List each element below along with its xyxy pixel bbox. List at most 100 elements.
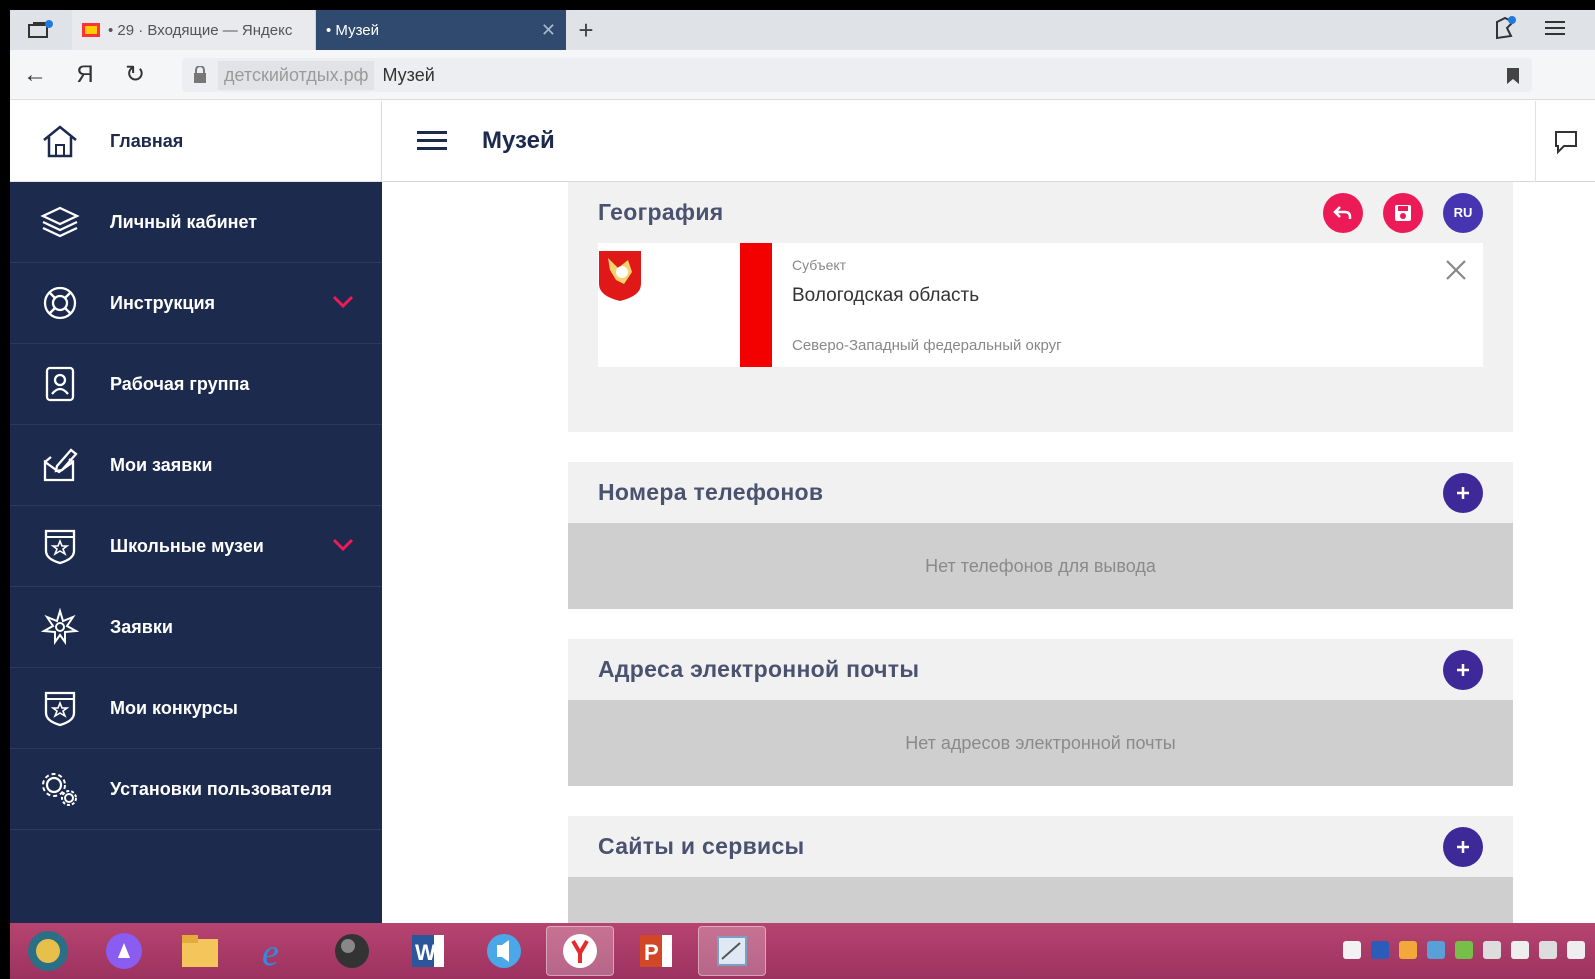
sidebar-item-my-contests[interactable]: Мои конкурсы <box>10 668 382 749</box>
sidebar-item-personal-account[interactable]: Личный кабинет <box>10 182 382 263</box>
sidebar-item-home[interactable]: Главная <box>10 101 382 182</box>
tray-app-icon[interactable] <box>1455 941 1473 959</box>
network-icon[interactable] <box>1483 941 1501 959</box>
flag-icon[interactable] <box>1567 941 1585 959</box>
address-bar: ← Я ↻ детскийотдых.рф Музей <box>10 50 1595 100</box>
add-phone-button[interactable] <box>1443 472 1483 513</box>
chevron-down-icon[interactable] <box>332 293 354 314</box>
emails-card: Адреса электронной почты Нет адресов эле… <box>568 639 1513 786</box>
file-explorer-icon[interactable] <box>166 926 234 976</box>
remove-region-icon[interactable] <box>1445 259 1467 286</box>
add-email-button[interactable] <box>1443 649 1483 690</box>
save-icon <box>1395 204 1411 221</box>
url-path: Музей <box>382 64 435 85</box>
start-button[interactable] <box>14 926 82 976</box>
browser-tab-bar: • 29 · Входящие — Яндекс • Музей ✕ + <box>10 10 1595 50</box>
phones-header: Номера телефонов <box>568 462 1513 523</box>
sidebar-item-label: Мои заявки <box>110 454 213 475</box>
geography-header: География RU <box>568 182 1513 243</box>
flag-stripe <box>740 243 772 367</box>
alice-icon[interactable] <box>90 926 158 976</box>
new-tab-button[interactable]: + <box>566 10 606 50</box>
reload-icon[interactable]: ↻ <box>110 60 160 89</box>
sidebar-item-label: Установки пользователя <box>110 778 332 799</box>
svg-text:W: W <box>415 940 436 965</box>
word-icon[interactable]: W <box>394 926 462 976</box>
screen: • 29 · Входящие — Яндекс • Музей ✕ + ← Я… <box>10 10 1595 979</box>
sidebar-item-school-museums[interactable]: Школьные музеи <box>10 506 382 587</box>
subject-caption: Субъект <box>792 257 847 273</box>
page-title: Музей <box>482 127 555 154</box>
home-icon <box>10 124 110 158</box>
internet-explorer-icon[interactable]: e <box>242 926 310 976</box>
yandex-browser-icon[interactable] <box>546 926 614 976</box>
tray-app-icon[interactable] <box>1399 941 1417 959</box>
layers-icon <box>10 205 110 239</box>
sidebar-item-requests[interactable]: Заявки <box>10 587 382 668</box>
volume-icon[interactable] <box>1511 941 1529 959</box>
chevron-down-icon[interactable] <box>332 536 354 557</box>
shield-star-icon <box>10 689 110 727</box>
plus-icon <box>1457 663 1469 676</box>
coat-of-arms-image <box>598 250 642 301</box>
tray-yandex-icon[interactable] <box>1343 941 1361 959</box>
tab-title: • Музей <box>326 21 380 39</box>
lifebuoy-icon <box>10 285 110 321</box>
add-site-button[interactable] <box>1443 826 1483 867</box>
mail-favicon-icon <box>82 23 100 37</box>
url-domain: детскийотдых.рф <box>218 60 375 90</box>
save-button[interactable] <box>1383 192 1423 233</box>
mail-edit-icon <box>10 446 110 484</box>
sidebar-item-my-applications[interactable]: Мои заявки <box>10 425 382 506</box>
hamburger-menu-icon[interactable] <box>382 130 482 152</box>
lock-icon <box>182 66 218 84</box>
main-content: География RU Субъект Вологодская область… <box>382 182 1595 923</box>
emails-empty-message: Нет адресов электронной почты <box>568 700 1513 786</box>
browser-menu-icon[interactable] <box>1545 20 1565 41</box>
sidebar-item-label: Рабочая группа <box>110 373 250 394</box>
svg-text:P: P <box>644 940 659 965</box>
app-header: Музей <box>382 101 1595 182</box>
tabs-overview-icon[interactable] <box>10 10 72 50</box>
sidebar-item-user-settings[interactable]: Установки пользователя <box>10 749 382 830</box>
media-player-icon[interactable] <box>470 926 538 976</box>
plus-icon <box>1457 486 1469 499</box>
emails-header: Адреса электронной почты <box>568 639 1513 700</box>
phones-empty-message: Нет телефонов для вывода <box>568 523 1513 609</box>
powerpoint-icon[interactable]: P <box>622 926 690 976</box>
close-tab-icon[interactable]: ✕ <box>541 20 556 41</box>
tab-inbox[interactable]: • 29 · Входящие — Яндекс <box>72 10 316 50</box>
gears-icon <box>10 770 110 808</box>
yandex-button[interactable]: Я <box>60 61 110 89</box>
plus-icon <box>1457 840 1469 853</box>
tray-app-icon[interactable] <box>1539 941 1557 959</box>
subject-name: Вологодская область <box>792 285 980 306</box>
bookmark-icon[interactable] <box>1506 67 1520 90</box>
system-tray <box>1343 941 1585 959</box>
sidebar-item-label: Заявки <box>110 616 173 637</box>
url-field[interactable]: детскийотдых.рф Музей <box>182 58 1532 92</box>
undo-button[interactable] <box>1323 192 1363 233</box>
geography-title: География <box>598 199 724 225</box>
bluetooth-icon[interactable] <box>1371 941 1389 959</box>
sidebar-item-label: Мои конкурсы <box>110 697 238 718</box>
geography-card: География RU Субъект Вологодская область… <box>568 182 1513 432</box>
shield-star-icon <box>10 527 110 565</box>
tab-title: • 29 · Входящие — Яндекс <box>108 21 293 39</box>
phones-card: Номера телефонов Нет телефонов для вывод… <box>568 462 1513 609</box>
language-button[interactable]: RU <box>1443 192 1483 233</box>
chat-icon[interactable] <box>1535 101 1595 182</box>
globe-app-icon[interactable] <box>318 926 386 976</box>
emails-title: Адреса электронной почты <box>598 656 920 682</box>
sites-card: Сайты и сервисы <box>568 816 1513 923</box>
sidebar-item-instructions[interactable]: Инструкция <box>10 263 382 344</box>
undo-icon <box>1333 205 1352 219</box>
tab-museum[interactable]: • Музей ✕ <box>316 10 566 50</box>
tray-app-icon[interactable] <box>1427 941 1445 959</box>
back-arrow-icon[interactable]: ← <box>10 61 60 89</box>
notifications-icon[interactable] <box>1493 15 1517 45</box>
svg-text:e: e <box>262 932 279 971</box>
snipping-tool-icon[interactable] <box>698 926 766 976</box>
sparkle-icon <box>10 608 110 646</box>
sidebar-item-working-group[interactable]: Рабочая группа <box>10 344 382 425</box>
